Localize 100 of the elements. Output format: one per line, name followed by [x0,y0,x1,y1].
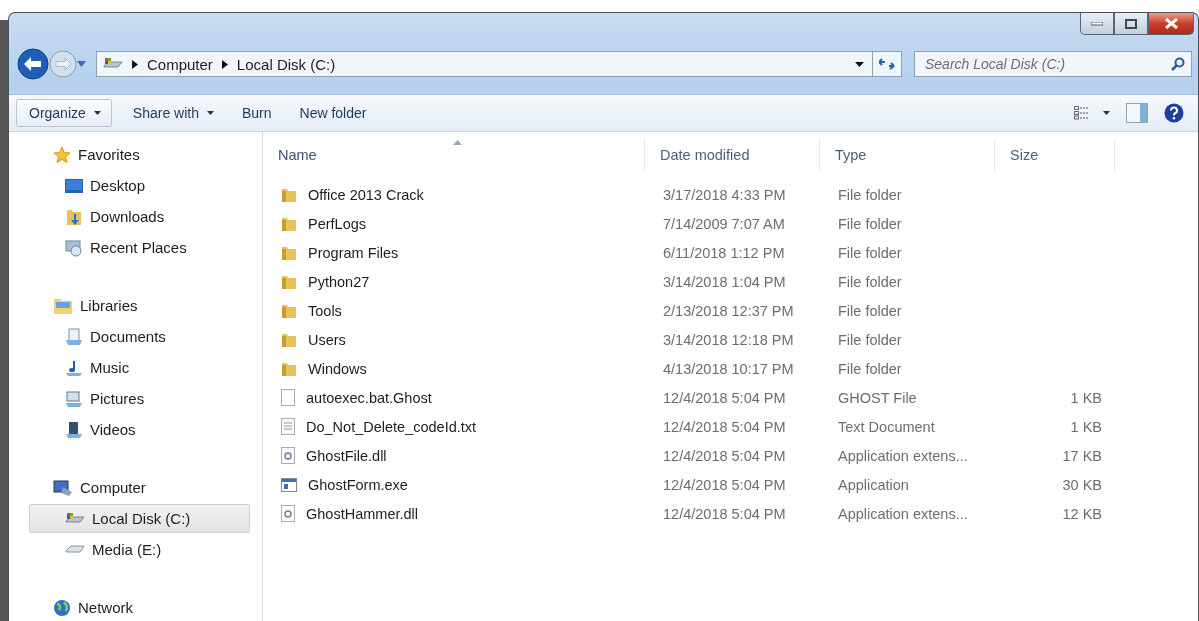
music-note-icon [65,358,83,377]
picture-frame-icon [65,389,83,408]
navigation-item[interactable]: Videos [29,415,250,444]
back-button[interactable] [17,48,49,80]
column-header[interactable]: Date modified [645,139,820,171]
text-file-icon [281,418,295,435]
table-cell-text: 1 KB [1069,389,1103,406]
column-header[interactable]: Name [263,139,645,171]
file-name[interactable]: GhostHammer.dll [263,505,424,522]
navigation-item[interactable]: Recent Places [29,233,250,262]
table-cell-text: 12/4/2018 5:04 PM [662,505,787,522]
folder-icon [281,273,297,290]
navigation-item[interactable]: Computer [55,473,250,502]
navigation-item[interactable]: Downloads [29,202,250,231]
document-icon [65,327,83,346]
file-name[interactable]: Office 2013 Crack [263,186,430,203]
file-name[interactable]: GhostFile.dll [263,447,393,464]
drive-icon [103,57,123,71]
table-cell-text: Application extens... [837,505,969,522]
navigation-item[interactable]: Libraries [55,291,250,320]
folder-icon [281,244,297,261]
file-icon [281,389,295,406]
caret-icon [206,111,214,115]
navigation-item[interactable]: Pictures [29,384,250,413]
application-icon [281,477,297,492]
table-cell-text: Text Document [837,418,936,435]
dropdown-arrow-icon[interactable] [855,61,864,67]
table-cell-text: GHOST File [837,389,918,406]
navigation-item[interactable]: Media (E:) [29,535,250,564]
toolbar-button[interactable]: Burn [228,99,285,127]
navigation-item[interactable]: Desktop [29,171,250,200]
breadcrumb[interactable]: Computer [147,55,213,73]
folder-icon [281,215,297,232]
folder-icon [281,186,297,203]
table-cell-text: 12 KB [1061,505,1103,522]
file-name[interactable]: Python27 [263,273,376,290]
recent-places-icon [65,238,83,257]
table-cell-text: File folder [837,331,903,348]
table-cell-text: File folder [837,215,903,232]
folder-icon [281,331,297,348]
table-cell-text: 12/4/2018 5:04 PM [662,389,787,406]
view-options-icon[interactable] [1074,106,1110,120]
table-cell-text: 12/4/2018 5:04 PM [662,447,787,464]
column-header[interactable]: Type [820,139,995,171]
minimize-icon [1091,21,1103,26]
navigation-item[interactable]: Network [55,593,250,621]
toolbar-button[interactable]: Share with [119,99,227,127]
computer-icon [53,478,73,497]
drive-icon [65,543,85,556]
sort-arrow-icon [453,140,462,145]
file-name[interactable]: Windows [263,360,373,377]
desktop-icon [65,178,83,193]
file-name[interactable]: GhostForm.exe [263,476,414,493]
toolbar-button[interactable]: Organize [16,99,112,127]
close-button[interactable] [1148,13,1194,35]
gear-file-icon [281,505,295,522]
refresh-icon [879,58,895,70]
folder-icon [281,302,297,319]
file-name[interactable]: PerfLogs [263,215,373,232]
film-icon [65,420,83,439]
file-name[interactable]: Program Files [263,244,405,261]
library-folder-icon [53,296,73,315]
table-cell-text: 2/13/2018 12:37 PM [662,302,795,319]
table-cell-text: 7/14/2009 7:07 AM [662,215,786,232]
navigation-item[interactable]: Music [29,353,250,382]
navigation-item[interactable]: Favorites [55,140,250,169]
caret-icon [93,111,101,115]
chevron-icon[interactable] [221,59,228,69]
navigation-item[interactable]: Documents [29,322,250,351]
table-cell-text: File folder [837,186,903,203]
table-cell-text: 6/11/2018 1:12 PM [662,244,786,261]
refresh-button[interactable] [872,51,902,77]
search-field[interactable]: Search Local Disk (C:) [914,51,1192,77]
table-cell-text: File folder [837,302,903,319]
file-name[interactable]: Tools [263,302,348,319]
file-name[interactable]: Do_Not_Delete_codeId.txt [263,418,483,435]
maximize-button[interactable] [1114,13,1148,35]
table-cell-text: Application [837,476,910,493]
table-cell-text: 12/4/2018 5:04 PM [662,418,787,435]
table-cell-text: Application extens... [837,447,969,464]
table-cell-text: 3/14/2018 12:18 PM [662,331,795,348]
navigation-item[interactable]: Local Disk (C:) [29,504,250,533]
minimize-button[interactable] [1080,13,1114,35]
table-cell-text: 3/17/2018 4:33 PM [662,186,787,203]
search-icon [1171,57,1185,71]
breadcrumb[interactable]: Local Disk (C:) [236,55,336,73]
address-bar[interactable]: Computer Local Disk (C:) [96,51,873,77]
file-name[interactable]: Users [263,331,352,348]
table-cell-text: 1 KB [1069,418,1103,435]
globe-icon [53,598,71,617]
file-name[interactable]: autoexec.bat.Ghost [263,389,438,406]
column-header[interactable]: Size [995,139,1115,171]
table-cell-text: 4/13/2018 10:17 PM [662,360,795,377]
folder-arrow-icon [65,207,83,226]
help-icon[interactable] [1164,103,1184,123]
star-icon [53,145,71,164]
table-cell-text: 3/14/2018 1:04 PM [662,273,787,290]
chevron-icon[interactable] [132,59,138,69]
toolbar-button[interactable]: New folder [286,99,380,127]
table-cell-text: 17 KB [1061,447,1103,464]
